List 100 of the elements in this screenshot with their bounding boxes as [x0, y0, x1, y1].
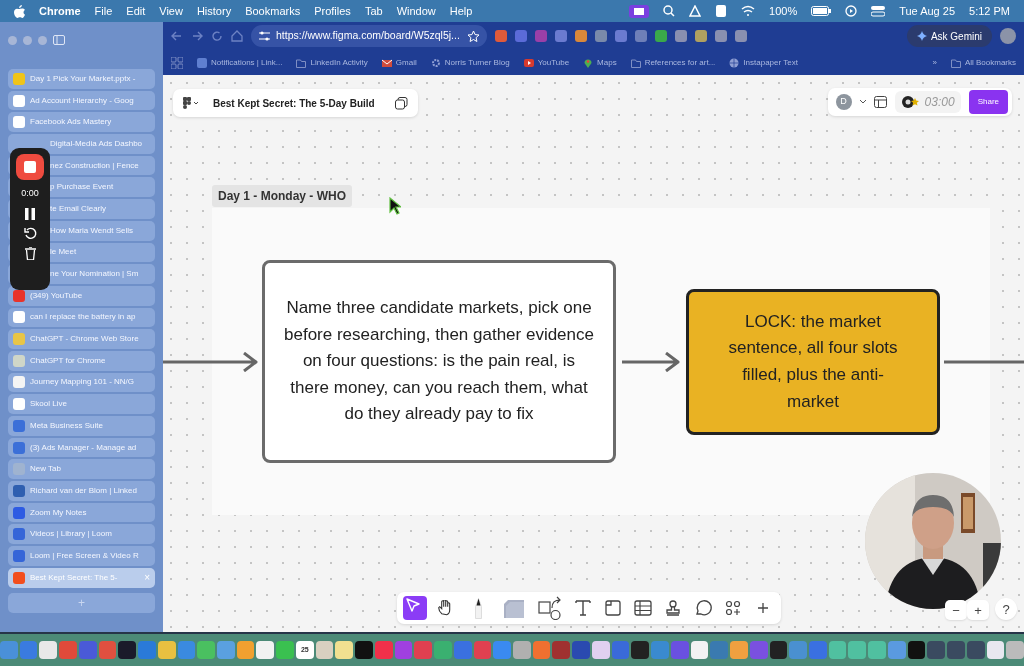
bookmark-link[interactable]: LinkedIn Activity	[296, 56, 368, 69]
browser-tab[interactable]: (349) YouTube	[8, 285, 155, 306]
caret-icon[interactable]	[859, 100, 866, 104]
profile-avatar[interactable]	[1000, 28, 1016, 44]
menu-item[interactable]: Profiles	[314, 2, 351, 20]
app-icon[interactable]	[335, 641, 354, 659]
reload-icon[interactable]	[211, 30, 223, 42]
extension-icon[interactable]	[635, 30, 647, 42]
search-icon[interactable]	[663, 5, 676, 17]
bookmark-link[interactable]: YouTube	[523, 56, 570, 69]
more-bookmarks-button[interactable]: »	[932, 56, 937, 69]
home-icon[interactable]	[231, 30, 243, 42]
stop-button[interactable]	[16, 154, 44, 180]
tune-icon[interactable]	[259, 31, 270, 41]
all-bookmarks-button[interactable]: All Bookmarks	[950, 56, 1016, 69]
control-center-icon[interactable]	[871, 5, 886, 17]
figma-menu-icon[interactable]	[183, 97, 199, 109]
browser-tab[interactable]: can I replace the battery in ap	[8, 307, 155, 328]
app-icon[interactable]	[315, 641, 334, 659]
menu-item[interactable]: View	[159, 2, 183, 20]
screen-icon[interactable]	[629, 4, 650, 18]
bookmark-link[interactable]: References for art...	[630, 56, 716, 69]
extension-icon[interactable]	[595, 30, 607, 42]
menu-item[interactable]: Tab	[364, 2, 383, 20]
browser-tab[interactable]: Videos | Library | Loom	[8, 524, 155, 545]
bookmark-link[interactable]: Gmail	[381, 56, 417, 69]
app-menu[interactable]: Chrome	[39, 2, 81, 20]
menu-item[interactable]: Edit	[126, 2, 146, 20]
app-icon[interactable]	[157, 641, 176, 659]
menu-item[interactable]: History	[196, 2, 232, 20]
menu-date[interactable]: Tue Aug 25	[899, 2, 956, 20]
extension-icon[interactable]	[515, 30, 527, 42]
browser-tab[interactable]: Facebook Ads Mastery	[8, 112, 155, 133]
menu-item[interactable]: Window	[396, 2, 436, 20]
bookmark-link[interactable]: Instapaper Text	[729, 56, 798, 69]
app-icon[interactable]	[256, 641, 275, 659]
forward-icon[interactable]	[191, 30, 203, 42]
extension-icon[interactable]	[555, 30, 567, 42]
app-icon[interactable]	[769, 641, 788, 659]
extension-icon[interactable]	[575, 30, 587, 42]
browser-tab[interactable]: (3) Ads Manager - Manage ad	[8, 437, 155, 458]
app-icon[interactable]	[927, 641, 946, 659]
app-icon[interactable]	[591, 641, 610, 659]
duplicate-icon[interactable]	[394, 96, 408, 110]
app-icon[interactable]	[690, 641, 709, 659]
browser-tab[interactable]: Digital-Media Ads Dashbo	[8, 134, 155, 154]
battery-icon[interactable]	[811, 6, 832, 16]
app-icon[interactable]	[986, 641, 1005, 659]
menu-item[interactable]: Help	[449, 2, 473, 20]
ask-gemini-button[interactable]: Ask Gemini	[906, 25, 992, 47]
star-icon[interactable]	[468, 30, 479, 42]
share-button[interactable]: Share	[968, 90, 1008, 114]
menu-item[interactable]: Bookmarks	[245, 2, 301, 20]
extension-icon[interactable]	[495, 30, 507, 42]
apps-icon[interactable]	[171, 56, 183, 69]
browser-tab[interactable]: New Tab	[8, 459, 155, 480]
menu-item[interactable]: File	[94, 2, 113, 20]
address-bar[interactable]: https://www.figma.com/board/W5zql5j...	[251, 25, 487, 47]
browser-tab[interactable]: Journey Mapping 101 - NN/G	[8, 372, 155, 393]
browser-tab[interactable]: ChatGPT for Chrome	[8, 350, 155, 371]
extension-icon[interactable]	[715, 30, 727, 42]
browser-tab[interactable]: Zoom My Notes	[8, 502, 155, 523]
app-icon[interactable]	[118, 641, 137, 659]
back-icon[interactable]	[171, 30, 183, 42]
triangle-icon[interactable]	[689, 5, 702, 17]
extension-icon[interactable]	[695, 30, 707, 42]
pause-icon[interactable]	[25, 207, 35, 220]
sidebar-icon[interactable]	[53, 35, 65, 45]
user-avatar[interactable]: D	[835, 94, 852, 110]
wifi-icon[interactable]	[741, 5, 756, 17]
browser-tab[interactable]: Day 1 Pick Your Market.pptx -	[8, 69, 155, 89]
layout-icon[interactable]	[873, 96, 887, 108]
zoom-in-button[interactable]: +	[967, 600, 989, 620]
extension-icon[interactable]	[655, 30, 667, 42]
app-icon[interactable]	[907, 641, 926, 659]
help-button[interactable]: ?	[995, 598, 1017, 620]
tool-button[interactable]	[403, 596, 427, 620]
app-icon[interactable]	[631, 641, 650, 659]
zoom-out-button[interactable]: −	[945, 600, 967, 620]
timer-control[interactable]: 03:00	[894, 91, 961, 113]
extension-icon[interactable]	[675, 30, 687, 42]
bookmark-link[interactable]: Norris Turner Blog	[430, 56, 510, 69]
app-icon[interactable]	[355, 641, 373, 659]
browser-tab[interactable]: Skool Live	[8, 394, 155, 414]
browser-tab[interactable]: Ad Account Hierarchy - Goog	[8, 90, 155, 111]
browser-tab[interactable]: Richard van der Blom | Linked	[8, 481, 155, 501]
restart-icon[interactable]	[23, 226, 37, 240]
browser-tab[interactable]: ChatGPT - Chrome Web Store	[8, 329, 155, 349]
play-icon[interactable]	[845, 5, 858, 17]
bookmark-link[interactable]: Maps	[583, 56, 617, 69]
app-icon[interactable]	[39, 641, 58, 659]
extension-icon[interactable]	[535, 30, 547, 42]
trash-icon[interactable]	[24, 246, 36, 260]
menu-time[interactable]: 5:12 PM	[969, 2, 1010, 20]
app-icon[interactable]	[966, 641, 985, 659]
browser-tab[interactable]: Loom | Free Screen & Video R	[8, 546, 155, 566]
bookmark-link[interactable]: Notifications | Link...	[197, 56, 283, 69]
browser-tab[interactable]: Meta Business Suite	[8, 416, 155, 436]
extension-icon[interactable]	[615, 30, 627, 42]
extension-icon[interactable]	[735, 30, 747, 42]
